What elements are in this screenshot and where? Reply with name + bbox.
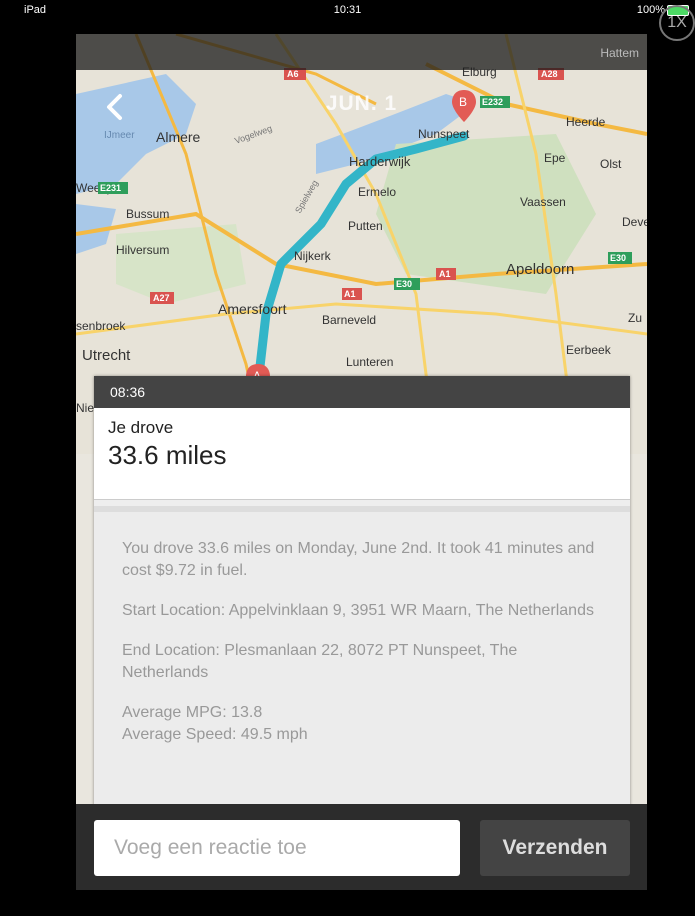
top-navbar: Hattem [76, 34, 647, 70]
map-label: Utrecht [82, 347, 131, 364]
trip-card: 08:36 Je drove 33.6 miles You drove 33.6… [94, 376, 630, 812]
road-badge: E30 [396, 279, 412, 289]
road-badge: E30 [610, 253, 626, 263]
road-badge: E231 [100, 183, 121, 193]
map-label: Dever [622, 215, 647, 229]
map-label: Amersfoort [218, 301, 287, 317]
app-window: Elburg Almere IJmeer Nunspeet Heerde Har… [76, 34, 647, 890]
road-badge: A6 [287, 69, 299, 79]
map-label: Zu [628, 311, 642, 325]
map-label: Heerde [566, 115, 606, 129]
map-label: Hilversum [116, 243, 169, 257]
distance-label: Je drove [108, 418, 174, 437]
map-label: Almere [156, 129, 201, 145]
map-label: Epe [544, 151, 566, 165]
map-label: Nie [76, 401, 94, 415]
map-label: Ermelo [358, 185, 396, 199]
map-label: Putten [348, 219, 383, 233]
map-label: IJmeer [104, 130, 135, 141]
average-mpg: Average MPG: 13.8 [122, 704, 263, 721]
road-badge: A1 [344, 289, 356, 299]
road-badge: A27 [153, 293, 170, 303]
status-time: 10:31 [333, 4, 362, 16]
trip-time: 08:36 [94, 376, 630, 408]
road-badge: A1 [439, 269, 451, 279]
average-speed: Average Speed: 49.5 mph [122, 726, 308, 743]
zoom-badge[interactable]: 1X [659, 5, 695, 41]
map-label: Apeldoorn [506, 261, 574, 278]
road-badge: A28 [541, 69, 558, 79]
map-label: Nunspeet [418, 127, 470, 141]
comment-input[interactable]: Voeg een reactie toe [94, 820, 460, 876]
map-label: Harderwijk [349, 154, 411, 169]
comment-bar: Voeg een reactie toe Verzenden [76, 804, 647, 890]
distance-value: 33.6 miles [108, 440, 227, 470]
page-title: JUN. 1 [325, 92, 398, 115]
map-label: Nijkerk [294, 249, 332, 263]
map-label: Vaassen [520, 195, 566, 209]
end-location: End Location: Plesmanlaan 22, 8072 PT Nu… [122, 642, 518, 681]
map-label: Eerbeek [566, 343, 612, 357]
map-label: senbroek [76, 319, 126, 333]
trip-summary: You drove 33.6 miles on Monday, June 2nd… [122, 540, 595, 579]
trip-details[interactable]: You drove 33.6 miles on Monday, June 2nd… [94, 506, 630, 812]
map-label: Lunteren [346, 355, 393, 369]
send-button[interactable]: Verzenden [480, 820, 630, 876]
map-label: Bussum [126, 207, 169, 221]
trip-title-section: Je drove 33.6 miles [94, 408, 630, 500]
navbar-corner-label: Hattem [600, 46, 639, 60]
map-label: Barneveld [322, 313, 376, 327]
status-bar: iPad 10:31 100% [0, 0, 695, 20]
map-label: Olst [600, 157, 622, 171]
start-location: Start Location: Appelvinklaan 9, 3951 WR… [122, 602, 594, 619]
